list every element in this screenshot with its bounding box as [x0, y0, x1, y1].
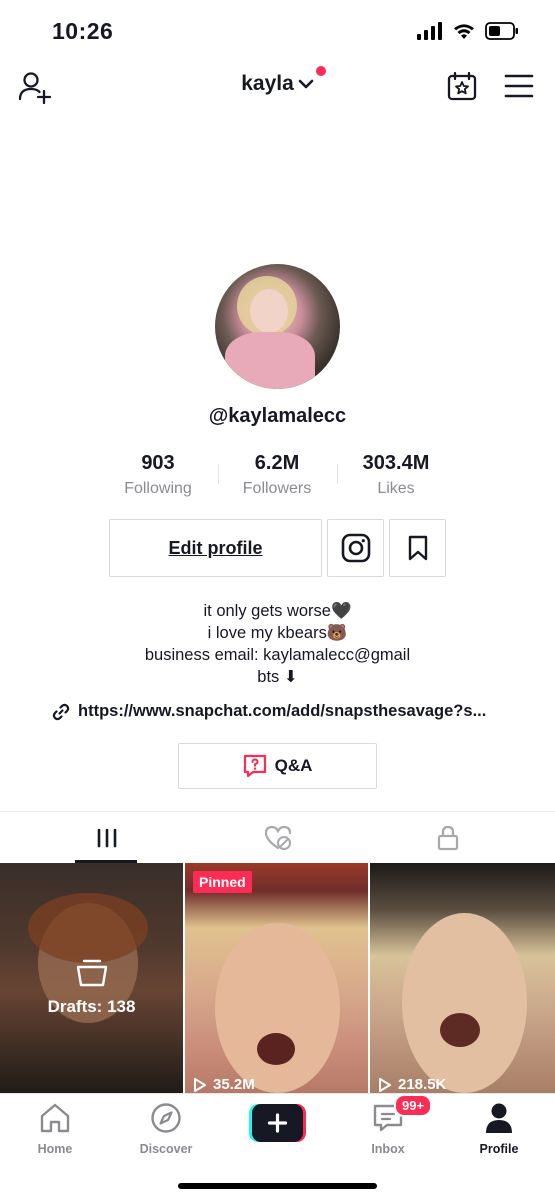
avatar-face [250, 289, 288, 333]
inbox-badge: 99+ [394, 1094, 433, 1117]
chevron-down-icon [298, 79, 314, 89]
view-count-value: 218.5K [398, 1076, 447, 1093]
signal-icon [417, 22, 442, 40]
thumbnail-mouth [257, 1033, 295, 1065]
stat-label: Following [124, 480, 192, 497]
drafts-label: Drafts: 138 [47, 997, 136, 1016]
view-count: 218.5K [378, 1076, 446, 1093]
top-nav: kayla [0, 60, 555, 112]
home-icon [40, 1103, 70, 1133]
username: @kaylamalecc [208, 405, 347, 427]
nav-label: Profile [479, 1142, 519, 1156]
play-icon [379, 1077, 391, 1092]
favorites-button[interactable] [389, 519, 446, 577]
drafts-tile[interactable]: Drafts: 138 [0, 863, 183, 1095]
profile-stats: 903 Following 6.2M Followers 303.4M Like… [100, 452, 455, 500]
bio-line: i love my kbears🐻 [207, 624, 348, 642]
profile-icon [486, 1103, 512, 1133]
stat-followers[interactable]: 6.2M Followers [222, 452, 332, 498]
bio-line: business email: kaylamalecc@gmail [144, 646, 411, 664]
stat-value: 903 [141, 452, 175, 474]
link-icon [52, 703, 70, 720]
status-bar: 10:26 [0, 0, 555, 60]
view-count-value: 35.2M [213, 1076, 255, 1093]
thumbnail-face [402, 913, 527, 1093]
status-icons [417, 22, 519, 40]
stat-value: 6.2M [254, 452, 300, 474]
link-text: https://www.snapchat.com/add/snapsthesav… [78, 702, 487, 720]
heart-hidden-icon [264, 825, 291, 850]
compass-icon [151, 1103, 181, 1133]
video-tile[interactable]: Pinned 35.2M [185, 863, 368, 1095]
stat-likes[interactable]: 303.4M Likes [341, 452, 451, 498]
bio: it only gets worse🖤 i love my kbears🐻 bu… [0, 600, 555, 688]
nav-home[interactable]: Home [10, 1100, 100, 1156]
stat-label: Likes [377, 480, 415, 497]
stat-divider [218, 464, 219, 484]
bio-line: it only gets worse🖤 [203, 602, 352, 620]
qa-label: Q&A [274, 756, 313, 775]
stat-value: 303.4M [362, 452, 430, 474]
play-icon [194, 1077, 206, 1092]
lock-icon [437, 825, 458, 851]
edit-profile-button[interactable]: Edit profile [109, 519, 322, 577]
nav-discover[interactable]: Discover [121, 1100, 211, 1156]
question-bubble-icon [243, 754, 266, 778]
qa-button[interactable]: Q&A [178, 743, 377, 789]
nav-label: Home [37, 1142, 73, 1156]
content-tabs [0, 811, 555, 863]
bookmark-icon [408, 535, 427, 561]
nav-profile[interactable]: Profile [454, 1100, 544, 1156]
account-name: kayla [241, 72, 294, 95]
view-count: 35.2M [193, 1076, 255, 1093]
battery-icon [485, 22, 518, 40]
profile-actions: Edit profile [0, 519, 555, 577]
stat-divider [337, 464, 338, 484]
menu-icon[interactable] [504, 72, 534, 100]
stat-label: Followers [242, 480, 312, 497]
video-grid: Drafts: 138 Pinned 35.2M 218.5K [0, 863, 555, 1095]
grid-icon [97, 828, 116, 848]
profile-link[interactable]: https://www.snapchat.com/add/snapsthesav… [52, 702, 512, 721]
bio-line: bts ⬇ [257, 668, 298, 686]
video-tile[interactable]: 218.5K [370, 863, 555, 1095]
stat-following[interactable]: 903 Following [103, 452, 213, 498]
tab-videos[interactable] [14, 812, 199, 864]
avatar-shirt [225, 332, 315, 389]
tab-liked[interactable] [185, 812, 370, 864]
wifi-icon [454, 23, 474, 39]
instagram-button[interactable] [327, 519, 384, 577]
status-time: 10:26 [52, 18, 114, 44]
drafts-icon [76, 959, 108, 987]
calendar-star-icon[interactable] [446, 70, 478, 102]
create-button[interactable] [249, 1104, 306, 1142]
avatar[interactable] [215, 264, 340, 389]
notification-dot [315, 66, 326, 76]
instagram-icon [341, 533, 370, 563]
nav-label: Inbox [371, 1142, 405, 1156]
nav-label: Discover [139, 1142, 193, 1156]
tab-private[interactable] [355, 812, 540, 864]
home-indicator[interactable] [178, 1183, 377, 1189]
pinned-badge: Pinned [193, 871, 252, 893]
thumbnail-mouth [440, 1013, 480, 1047]
thumbnail-face [215, 923, 340, 1093]
